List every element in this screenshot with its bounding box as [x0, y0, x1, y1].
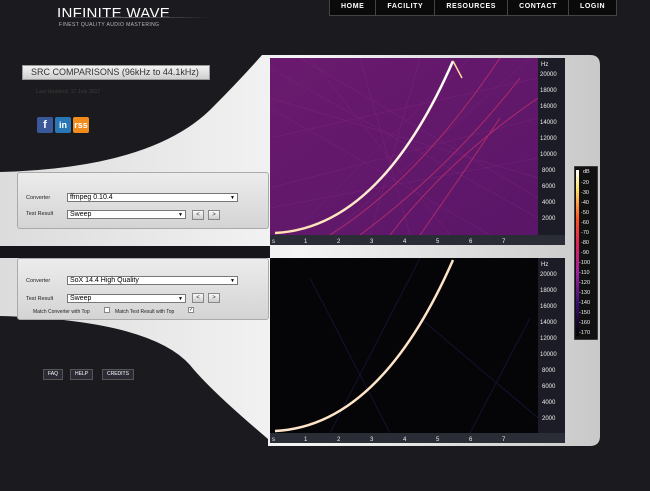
legend-tick: -160: [579, 320, 590, 326]
y-tick: 12000: [540, 136, 557, 142]
last-updated: Last Updated: 17 July 2017: [36, 89, 101, 95]
bottom-converter-value: SoX 14.4 High Quality: [70, 277, 139, 284]
top-spectrogram-field: [270, 58, 538, 235]
bottom-converter-panel: Converter SoX 14.4 High Quality ▼ Test R…: [17, 258, 269, 320]
bottom-test-select[interactable]: Sweep ▼: [67, 294, 186, 303]
legend-tick: -140: [579, 300, 590, 306]
bottom-converter-label: Converter: [26, 278, 51, 284]
x-axis-strip: [270, 433, 565, 443]
help-link[interactable]: HELP: [70, 369, 94, 380]
legend-tick: -150: [579, 310, 590, 316]
top-converter-select[interactable]: ffmpeg 0.10.4 ▼: [67, 193, 238, 202]
db-legend: dB -20 -30 -40 -50 -60 -70 -80 -90 -100 …: [574, 166, 598, 340]
bottom-prev-button[interactable]: <: [192, 293, 204, 303]
legend-tick: -60: [581, 220, 589, 226]
top-converter-panel: Converter ffmpeg 0.10.4 ▼ Test Result Sw…: [17, 172, 269, 229]
chevron-down-icon: ▼: [178, 212, 183, 218]
y-tick: 6000: [542, 384, 556, 390]
y-tick: 10000: [540, 352, 557, 358]
top-test-select[interactable]: Sweep ▼: [67, 210, 186, 219]
x-axis-strip: [270, 235, 565, 245]
bottom-spectrogram-field: [270, 258, 538, 433]
rss-icon[interactable]: rss: [73, 117, 89, 133]
y-tick: 6000: [542, 184, 556, 190]
top-converter-value: ffmpeg 0.10.4: [70, 194, 113, 201]
legend-tick: -130: [579, 290, 590, 296]
legend-tick: -110: [579, 270, 590, 276]
facebook-icon[interactable]: f: [37, 117, 53, 133]
legend-tick: -20: [581, 180, 589, 186]
top-next-button[interactable]: >: [208, 210, 220, 220]
legend-tick: -100: [579, 260, 590, 266]
y-tick: 14000: [540, 120, 557, 126]
match-converter-checkbox[interactable]: [104, 307, 110, 313]
chevron-down-icon: ▼: [178, 296, 183, 302]
match-converter-label: Match Converter with Top: [33, 309, 90, 315]
legend-tick: -120: [579, 280, 590, 286]
y-tick: 16000: [540, 104, 557, 110]
y-unit-label: Hz: [541, 262, 548, 268]
y-tick: 20000: [540, 272, 557, 278]
y-tick: 14000: [540, 320, 557, 326]
legend-unit: dB: [583, 169, 590, 175]
y-tick: 2000: [542, 216, 556, 222]
y-tick: 20000: [540, 72, 557, 78]
credits-link[interactable]: CREDITS: [102, 369, 134, 380]
x-unit-label: s: [272, 239, 275, 245]
y-tick: 8000: [542, 168, 556, 174]
top-converter-label: Converter: [26, 195, 51, 201]
bottom-next-button[interactable]: >: [208, 293, 220, 303]
linkedin-icon[interactable]: in: [55, 117, 71, 133]
y-tick: 4000: [542, 200, 556, 206]
y-tick: 12000: [540, 336, 557, 342]
legend-tick: -80: [581, 240, 589, 246]
chevron-down-icon: ▼: [230, 278, 235, 284]
bottom-test-value: Sweep: [70, 295, 92, 302]
y-tick: 16000: [540, 304, 557, 310]
top-prev-button[interactable]: <: [192, 210, 204, 220]
bottom-converter-select[interactable]: SoX 14.4 High Quality ▼: [67, 276, 238, 285]
legend-tick: -30: [581, 190, 589, 196]
match-test-label: Match Test Result with Top: [115, 309, 175, 315]
y-tick: 4000: [542, 400, 556, 406]
y-tick: 8000: [542, 368, 556, 374]
bottom-spectrogram: Hz 20000 18000 16000 14000 12000 10000 8…: [270, 258, 565, 443]
y-tick: 2000: [542, 416, 556, 422]
faq-link[interactable]: FAQ: [43, 369, 64, 380]
y-tick: 18000: [540, 288, 557, 294]
legend-tick: -90: [581, 250, 589, 256]
y-unit-label: Hz: [541, 62, 548, 68]
y-tick: 10000: [540, 152, 557, 158]
legend-tick: -170: [579, 330, 590, 336]
legend-tick: -40: [581, 200, 589, 206]
top-test-label: Test Result: [26, 211, 54, 217]
top-spectrogram: Hz 20000 18000 16000 14000 12000 10000 8…: [270, 58, 565, 245]
legend-tick: -50: [581, 210, 589, 216]
bottom-test-label: Test Result: [26, 296, 54, 302]
page-title: SRC COMPARISONS (96kHz to 44.1kHz): [22, 65, 210, 80]
x-unit-label: s: [272, 437, 275, 443]
top-test-value: Sweep: [70, 211, 92, 218]
y-tick: 18000: [540, 88, 557, 94]
chevron-down-icon: ▼: [230, 195, 235, 201]
match-test-checkbox[interactable]: ✓: [188, 307, 194, 313]
legend-tick: -70: [581, 230, 589, 236]
